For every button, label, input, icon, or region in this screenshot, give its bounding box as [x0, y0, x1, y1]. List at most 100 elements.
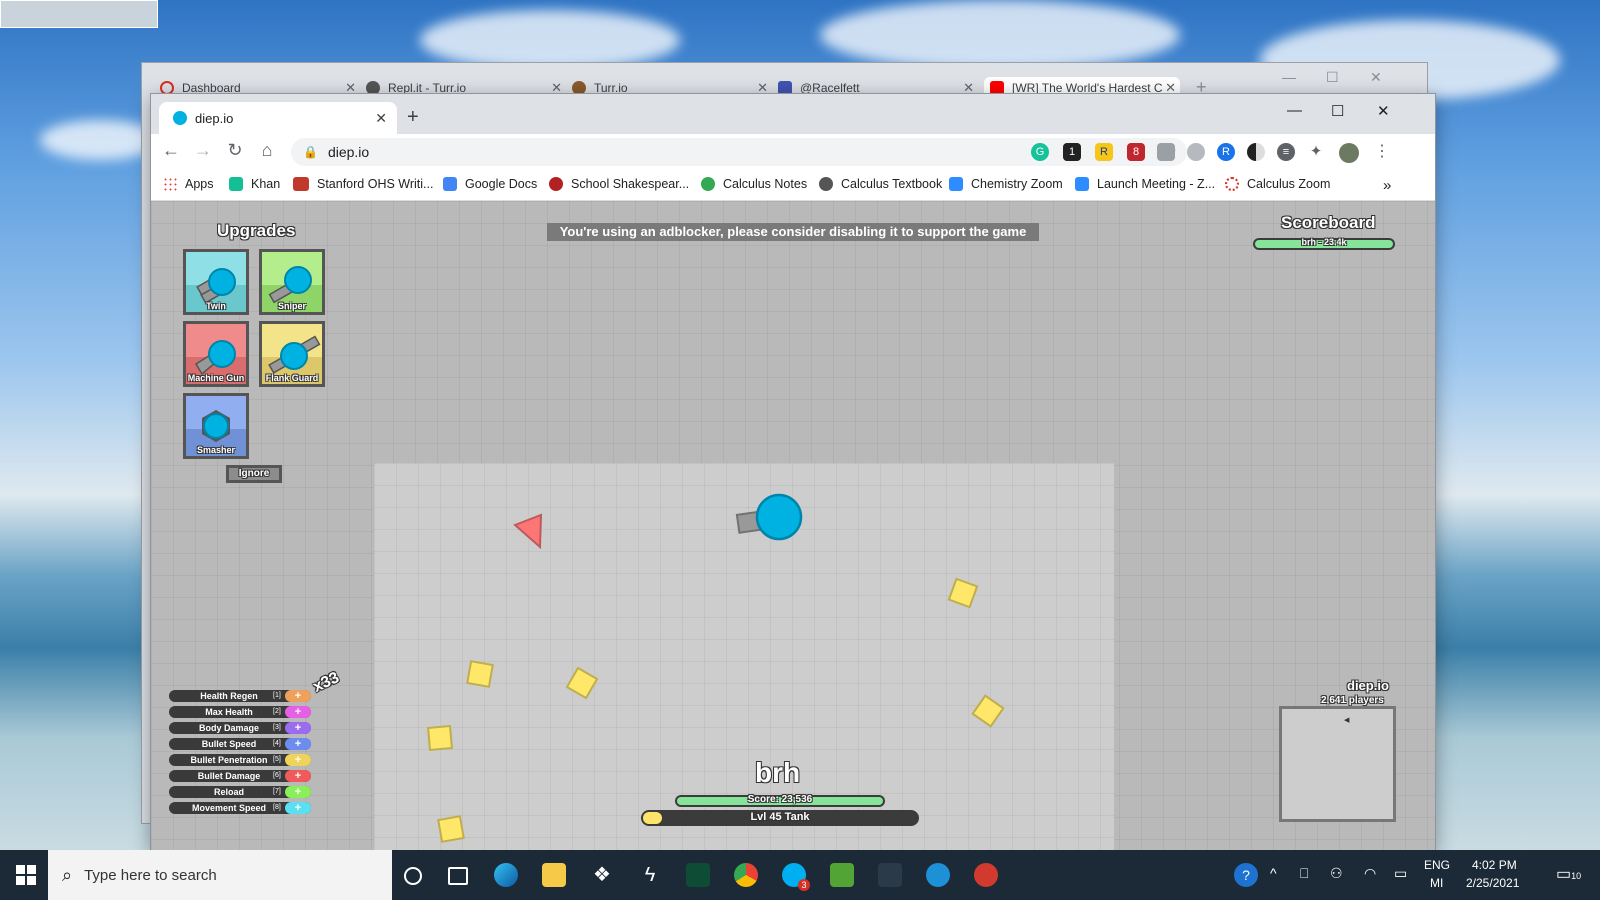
- cortana-icon[interactable]: [404, 867, 422, 885]
- bookmark-calculus-textbook[interactable]: Calculus Textbook: [819, 177, 942, 191]
- avatar[interactable]: [1339, 143, 1359, 163]
- stat-plus-button[interactable]: +: [285, 786, 311, 798]
- close-tab-icon[interactable]: ✕: [375, 110, 387, 127]
- clock-date[interactable]: 2/25/2021: [1466, 876, 1519, 890]
- bookmark-stanford[interactable]: Stanford OHS Writi...: [293, 177, 433, 191]
- dark-mode-icon[interactable]: [1247, 143, 1265, 161]
- tray-chevron-icon[interactable]: ^: [1270, 865, 1277, 881]
- stat-key: [2]: [273, 708, 281, 715]
- bookmarks-overflow-icon[interactable]: »: [1383, 177, 1391, 194]
- close-window-icon[interactable]: ✕: [1377, 102, 1390, 120]
- bolt-app-icon[interactable]: ϟ: [638, 863, 662, 887]
- bookmark-apps[interactable]: Apps: [163, 177, 214, 191]
- app-icon[interactable]: [926, 863, 950, 887]
- file-explorer-icon[interactable]: [542, 863, 566, 887]
- upgrade-sniper[interactable]: Sniper: [259, 249, 325, 315]
- toolbar: ← → ↻ ⌂ 🔒 diep.io ☆ G 1 R 8 R ≡ ✦ ⋮: [151, 134, 1435, 170]
- arena: [374, 463, 1114, 851]
- extension-badge: 1: [1068, 146, 1076, 158]
- device-icon[interactable]: ⎕: [1300, 865, 1308, 882]
- minimap: ◀: [1279, 706, 1396, 822]
- extension-r-icon[interactable]: R: [1095, 143, 1113, 161]
- upgrade-smasher[interactable]: Smasher: [183, 393, 249, 459]
- extension-badge: 8: [1132, 146, 1140, 158]
- close-window-icon[interactable]: ✕: [1370, 69, 1382, 86]
- calculus-notes-icon: [701, 177, 715, 191]
- bookmark-google-docs[interactable]: Google Docs: [443, 177, 537, 191]
- globe-icon: [819, 177, 833, 191]
- edge-icon[interactable]: [494, 863, 518, 887]
- upgrade-flank-guard[interactable]: Flank Guard: [259, 321, 325, 387]
- link-extension-icon[interactable]: [1187, 143, 1205, 161]
- new-tab-button[interactable]: +: [407, 106, 419, 129]
- stat-max-health: Max Health [2] +: [169, 706, 311, 718]
- ignore-button[interactable]: Ignore: [226, 465, 282, 483]
- adblock-icon[interactable]: 8: [1127, 143, 1145, 161]
- tab-diep[interactable]: diep.io ✕: [159, 102, 397, 134]
- wco-icon: [293, 177, 309, 191]
- extension-icon[interactable]: R: [1217, 143, 1235, 161]
- upgrade-machine-gun[interactable]: Machine Gun: [183, 321, 249, 387]
- stat-plus-button[interactable]: +: [285, 722, 311, 734]
- app-icon[interactable]: [878, 863, 902, 887]
- stat-key: [6]: [273, 772, 281, 779]
- dropbox-icon[interactable]: ❖: [590, 863, 614, 887]
- task-view-icon[interactable]: [448, 867, 468, 885]
- diep-favicon-icon: [173, 111, 187, 125]
- adblocker-banner: You're using an adblocker, please consid…: [547, 223, 1039, 241]
- language-sub: MI: [1430, 876, 1444, 890]
- stat-plus-button[interactable]: +: [285, 770, 311, 782]
- bookmark-calculus-notes[interactable]: Calculus Notes: [701, 177, 807, 191]
- wifi-icon[interactable]: ◠: [1364, 865, 1376, 882]
- home-icon[interactable]: ⌂: [255, 140, 279, 161]
- app-icon[interactable]: [974, 863, 998, 887]
- app-icon[interactable]: [686, 863, 710, 887]
- score-text: Score: 23,536: [747, 794, 813, 805]
- minecraft-icon[interactable]: [830, 863, 854, 887]
- upgrade-label: Twin: [206, 301, 226, 311]
- minimize-icon[interactable]: —: [1287, 102, 1302, 119]
- scoreboard-title: Scoreboard: [1281, 213, 1376, 232]
- desktop-widget: [0, 0, 158, 28]
- bookmark-khan[interactable]: Khan: [229, 177, 280, 191]
- stat-plus-button[interactable]: +: [285, 738, 311, 750]
- scoreboard-entry: brh - 23.4k: [1253, 237, 1395, 250]
- skype-icon[interactable]: 3: [782, 863, 810, 891]
- stat-plus-button[interactable]: +: [285, 802, 311, 814]
- copy-extension-icon[interactable]: [1157, 143, 1175, 161]
- stat-reload: Reload [7] +: [169, 786, 311, 798]
- bookmark-chemistry-zoom[interactable]: Chemistry Zoom: [949, 177, 1063, 191]
- language-indicator[interactable]: ENG: [1424, 858, 1450, 872]
- kebab-menu-icon[interactable]: ⋮: [1373, 143, 1391, 161]
- clock-time[interactable]: 4:02 PM: [1472, 858, 1517, 872]
- grammarly-icon[interactable]: G: [1031, 143, 1049, 161]
- people-icon[interactable]: ⚇: [1330, 865, 1343, 882]
- url-text[interactable]: diep.io: [328, 144, 369, 160]
- minimize-icon[interactable]: —: [1282, 69, 1296, 85]
- help-icon[interactable]: ?: [1234, 863, 1258, 887]
- stat-plus-button[interactable]: +: [285, 706, 311, 718]
- stat-plus-button[interactable]: +: [285, 690, 311, 702]
- puzzle-icon[interactable]: ✦: [1307, 143, 1325, 161]
- upgrade-label: Smasher: [196, 445, 236, 455]
- forward-icon[interactable]: →: [191, 140, 215, 161]
- menu-extension-icon[interactable]: ≡: [1277, 143, 1295, 161]
- bookmark-calculus-zoom[interactable]: Calculus Zoom: [1225, 177, 1330, 191]
- taskbar-search[interactable]: ⌕ Type here to search: [48, 850, 392, 900]
- maximize-icon[interactable]: ☐: [1331, 102, 1344, 120]
- stat-plus-button[interactable]: +: [285, 754, 311, 766]
- bookmark-launch-meeting[interactable]: Launch Meeting - Z...: [1075, 177, 1215, 191]
- notification-icon[interactable]: ▭10: [1556, 864, 1581, 884]
- bookmark-shakespeare[interactable]: School Shakespear...: [549, 177, 689, 191]
- maximize-icon[interactable]: ☐: [1326, 69, 1339, 86]
- chrome-icon[interactable]: [734, 863, 758, 887]
- windows-start-icon[interactable]: [16, 865, 36, 885]
- reload-icon[interactable]: ↻: [223, 140, 247, 161]
- battery-icon[interactable]: ▭: [1394, 865, 1407, 882]
- address-bar[interactable]: 🔒 diep.io ☆: [291, 138, 1187, 166]
- extension-icon[interactable]: 1: [1063, 143, 1081, 161]
- back-icon[interactable]: ←: [159, 140, 183, 161]
- upgrade-twin[interactable]: Twin: [183, 249, 249, 315]
- bookmark-label: Google Docs: [465, 177, 538, 191]
- game-canvas[interactable]: You're using an adblocker, please consid…: [151, 201, 1435, 851]
